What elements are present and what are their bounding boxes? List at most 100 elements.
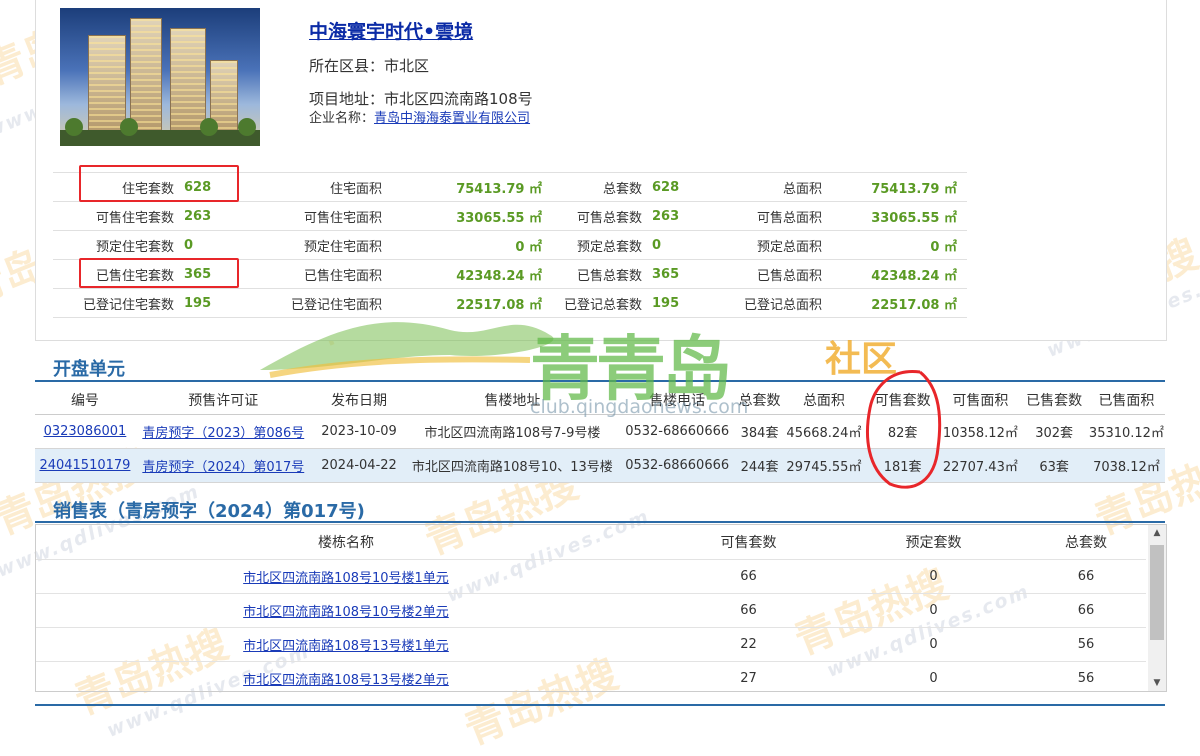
presale-permit-link[interactable]: 青房预字（2023）第086号 — [142, 426, 304, 441]
stat-label: 预定住宅面积 — [254, 230, 382, 260]
units-cell: 29745.55㎡ — [782, 448, 865, 483]
units-cell: 45668.24㎡ — [782, 414, 865, 449]
sales-table-container[interactable]: 楼栋名称 可售套数 预定套数 总套数 市北区四流南路108号10号楼1单元 66 0 66 市… — [35, 524, 1167, 692]
stat-value: 0 ㎡ — [382, 230, 552, 260]
address-value: 市北区四流南路108号 — [384, 90, 533, 108]
units-cell: 35310.12㎡ — [1087, 414, 1165, 449]
units-column-header: 预售许可证 — [134, 385, 312, 415]
units-column-header: 可售面积 — [940, 385, 1021, 415]
units-cell: 302套 — [1020, 414, 1088, 449]
section-divider — [35, 704, 1165, 706]
stat-value: 365 — [642, 259, 712, 289]
stat-value: 195 — [642, 288, 712, 318]
sales-cell: 市北区四流南路108号13号楼2单元 — [36, 661, 656, 691]
stat-value: 42348.24 ㎡ — [382, 259, 552, 289]
sales-cell: 66 — [656, 559, 841, 594]
sales-cell: 22 — [656, 627, 841, 662]
stat-value: 0 — [642, 230, 712, 260]
units-cell: 0532-68660666 — [618, 414, 737, 449]
units-column-header: 已售套数 — [1020, 385, 1088, 415]
vertical-scrollbar[interactable]: ▲ ▼ — [1148, 525, 1166, 691]
building-unit-link[interactable]: 市北区四流南路108号13号楼2单元 — [243, 673, 449, 688]
sales-row[interactable]: 市北区四流南路108号10号楼2单元 66 0 66 — [36, 593, 1146, 628]
stat-label: 已售总套数 — [552, 259, 642, 289]
units-cell: 7038.12㎡ — [1087, 448, 1165, 483]
units-cell: 384套 — [736, 414, 783, 449]
stat-label: 可售总面积 — [712, 201, 822, 231]
district-row: 所在区县：市北区 — [309, 55, 429, 76]
address-row: 项目地址：市北区四流南路108号 — [309, 88, 533, 109]
sales-row[interactable]: 市北区四流南路108号13号楼2单元 27 0 56 — [36, 661, 1146, 691]
stat-label: 预定总套数 — [552, 230, 642, 260]
stat-label: 预定总面积 — [712, 230, 822, 260]
stat-label: 已登记住宅面积 — [254, 288, 382, 318]
sales-cell: 0 — [841, 593, 1026, 628]
sales-cell: 0 — [841, 661, 1026, 691]
address-label: 项目地址： — [309, 90, 385, 108]
stat-label: 住宅面积 — [254, 172, 382, 202]
sales-cell: 0 — [841, 559, 1026, 594]
units-column-header: 可售套数 — [864, 385, 941, 415]
stat-value: 33065.55 ㎡ — [382, 201, 552, 231]
sales-cell: 27 — [656, 661, 841, 691]
units-cell: 10358.12㎡ — [940, 414, 1021, 449]
units-cell: 181套 — [864, 448, 941, 483]
stat-value: 42348.24 ㎡ — [822, 259, 967, 289]
units-cell: 市北区四流南路108号10、13号楼 — [406, 448, 619, 483]
unit-id-link[interactable]: 24041510179 — [39, 458, 130, 473]
company-link[interactable]: 青岛中海海泰置业有限公司 — [374, 111, 530, 126]
sales-cell: 66 — [656, 593, 841, 628]
units-cell: 市北区四流南路108号7-9号楼 — [406, 414, 619, 449]
units-column-header: 总套数 — [736, 385, 783, 415]
sales-section-title: 销售表（青房预字（2024）第017号) — [53, 501, 365, 522]
project-photo[interactable] — [60, 8, 260, 146]
building-unit-link[interactable]: 市北区四流南路108号10号楼1单元 — [243, 571, 449, 586]
stat-value: 0 ㎡ — [822, 230, 967, 260]
stat-label: 总套数 — [552, 172, 642, 202]
sales-cell: 0 — [841, 627, 1026, 662]
stat-label: 已登记总面积 — [712, 288, 822, 318]
stat-value: 22517.08 ㎡ — [382, 288, 552, 318]
units-cell: 青房预字（2023）第086号 — [134, 414, 312, 449]
sales-row[interactable]: 市北区四流南路108号13号楼1单元 22 0 56 — [36, 627, 1146, 662]
units-column-header: 总面积 — [782, 385, 865, 415]
sales-column-header: 楼栋名称 — [318, 535, 374, 551]
sales-column-header: 总套数 — [1065, 535, 1107, 551]
units-cell: 2024-04-22 — [311, 448, 407, 483]
stat-value: 0 — [174, 230, 254, 260]
section-divider — [35, 380, 1165, 382]
unit-id-link[interactable]: 0323086001 — [44, 424, 127, 439]
stat-label: 预定住宅套数 — [53, 230, 174, 260]
scroll-down-icon[interactable]: ▼ — [1148, 675, 1166, 691]
building-unit-link[interactable]: 市北区四流南路108号13号楼1单元 — [243, 639, 449, 654]
company-label: 企业名称： — [309, 111, 375, 126]
scroll-up-icon[interactable]: ▲ — [1148, 525, 1166, 541]
units-cell: 244套 — [736, 448, 783, 483]
sales-cell: 市北区四流南路108号10号楼2单元 — [36, 593, 656, 628]
units-row[interactable]: 24041510179 青房预字（2024）第017号 2024-04-22 市北区四… — [35, 448, 1165, 483]
stat-value: 628 — [642, 172, 712, 202]
stat-label: 可售住宅面积 — [254, 201, 382, 231]
units-column-header: 发布日期 — [311, 385, 407, 415]
stats-row: 预定住宅套数 0 预定住宅面积 0 ㎡预定总套数 0 预定总面积 0 ㎡ — [53, 230, 1147, 260]
stat-label: 已售住宅面积 — [254, 259, 382, 289]
building-unit-link[interactable]: 市北区四流南路108号10号楼2单元 — [243, 605, 449, 620]
sales-cell: 市北区四流南路108号10号楼1单元 — [36, 559, 656, 594]
units-column-header: 已售面积 — [1087, 385, 1165, 415]
sales-row[interactable]: 市北区四流南路108号10号楼1单元 66 0 66 — [36, 559, 1146, 594]
sales-table: 楼栋名称 可售套数 预定套数 总套数 市北区四流南路108号10号楼1单元 66 0 66 市… — [36, 525, 1146, 691]
stat-label: 已登记总套数 — [552, 288, 642, 318]
stat-value: 75413.79 ㎡ — [822, 172, 967, 202]
scrollbar-thumb[interactable] — [1150, 545, 1164, 640]
stat-label: 已登记住宅套数 — [53, 288, 174, 318]
stat-label: 可售住宅套数 — [53, 201, 174, 231]
project-title-link[interactable]: 中海寰宇时代•雲境 — [309, 17, 473, 44]
stat-value: 263 — [642, 201, 712, 231]
units-section-title: 开盘单元 — [53, 359, 125, 380]
units-cell: 22707.43㎡ — [940, 448, 1021, 483]
units-column-header: 售楼地址 — [406, 385, 619, 415]
presale-permit-link[interactable]: 青房预字（2024）第017号 — [142, 460, 304, 475]
units-row[interactable]: 0323086001 青房预字（2023）第086号 2023-10-09 市北区四流… — [35, 414, 1165, 449]
district-value: 市北区 — [384, 57, 430, 75]
stat-value: 75413.79 ㎡ — [382, 172, 552, 202]
